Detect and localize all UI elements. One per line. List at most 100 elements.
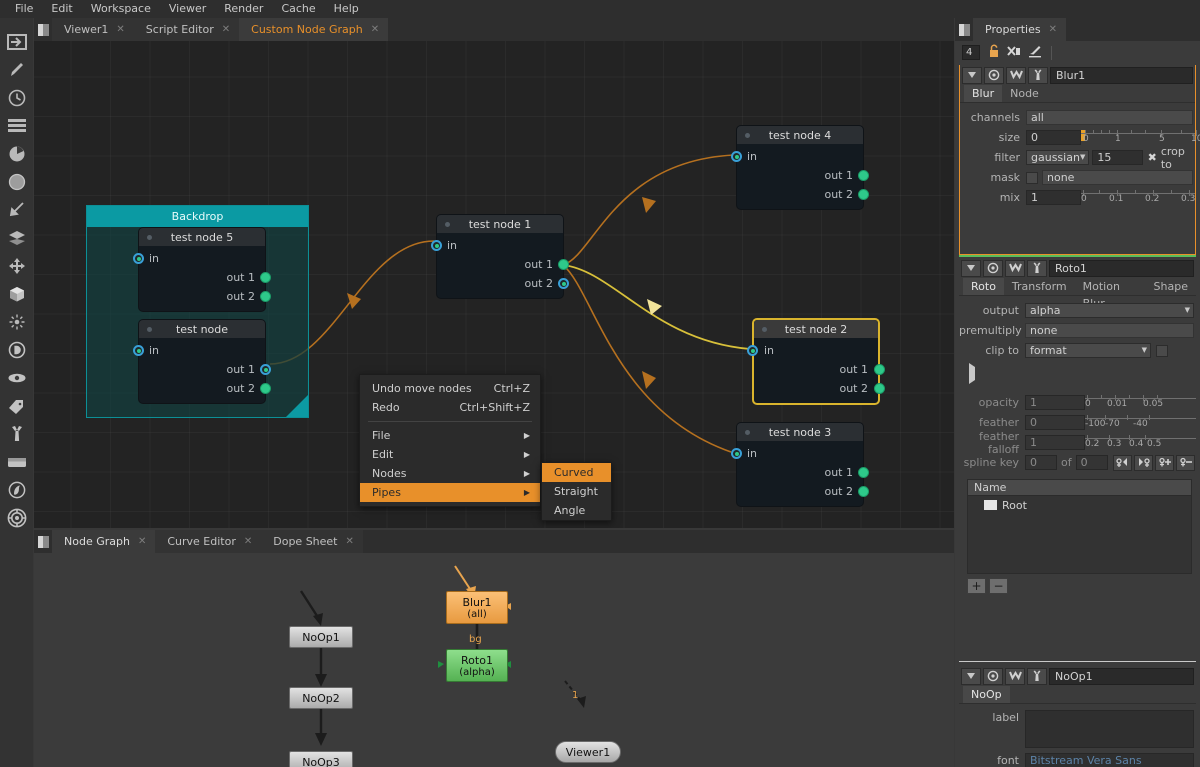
node-port-out1[interactable]: out 1 xyxy=(737,463,869,482)
spline-key-field[interactable]: 0 xyxy=(1025,455,1057,470)
output-port[interactable] xyxy=(874,383,885,394)
mask-icon[interactable] xyxy=(1005,667,1025,685)
feather-falloff-slider[interactable]: 0.2 0.3 0.4 0.5 xyxy=(1085,435,1196,450)
node-port-out2[interactable]: out 2 xyxy=(754,379,885,398)
tab-properties[interactable]: Properties xyxy=(973,18,1066,41)
particles-icon[interactable] xyxy=(3,308,31,336)
node-test-node-2[interactable]: test node 2 in out 1 out 2 xyxy=(747,318,885,405)
node-port-out2[interactable]: out 2 xyxy=(737,185,869,204)
dag-node-blur1[interactable]: Blur1 (all) xyxy=(446,591,508,624)
wrench-icon[interactable] xyxy=(1027,259,1047,277)
arrow-corner-icon[interactable] xyxy=(3,196,31,224)
crop-to-checkbox-icon[interactable]: ✖ xyxy=(1148,151,1157,164)
custom-node-graph-canvas[interactable]: Backdrop test node 5 in out 1 out 2 test… xyxy=(34,41,954,528)
mask-field[interactable]: none xyxy=(1042,170,1193,185)
node-port-out1[interactable]: out 1 xyxy=(754,360,885,379)
node-header[interactable]: test node 5 xyxy=(139,228,265,246)
node-port-out2[interactable]: out 2 xyxy=(139,379,271,398)
stack-icon[interactable] xyxy=(3,224,31,252)
power-icon[interactable] xyxy=(983,259,1003,277)
cube-icon[interactable] xyxy=(3,280,31,308)
node-header[interactable]: test node 1 xyxy=(437,215,563,233)
output-port[interactable] xyxy=(260,272,271,283)
prev-key-icon[interactable] xyxy=(1112,454,1132,471)
tag-icon[interactable] xyxy=(3,392,31,420)
tab-curve-editor[interactable]: Curve Editor xyxy=(155,530,262,553)
output-port[interactable] xyxy=(260,291,271,302)
blur-node-name[interactable]: Blur1 xyxy=(1050,66,1193,84)
close-icon[interactable] xyxy=(346,530,354,553)
tab-dope-sheet[interactable]: Dope Sheet xyxy=(261,530,363,553)
collapse-arrow-icon[interactable] xyxy=(962,66,982,84)
node-header[interactable]: test node xyxy=(139,320,265,338)
gauge-icon[interactable] xyxy=(3,476,31,504)
input-port[interactable] xyxy=(431,240,442,251)
channels-field[interactable]: all xyxy=(1026,110,1193,125)
feather-slider[interactable]: -100 -70 -40 xyxy=(1085,415,1196,430)
output-port-connected[interactable] xyxy=(260,364,271,375)
submenu-item-angle[interactable]: Angle xyxy=(542,501,611,520)
dag-node-viewer1[interactable]: Viewer1 xyxy=(555,741,621,763)
edit-icon[interactable] xyxy=(1028,44,1042,61)
node-port-out1[interactable]: out 1 xyxy=(139,360,271,379)
node-port-out1[interactable]: out 1 xyxy=(737,166,869,185)
output-combo[interactable]: alpha ▼ xyxy=(1025,303,1194,318)
output-port[interactable] xyxy=(858,467,869,478)
input-port[interactable] xyxy=(747,345,758,356)
target-icon[interactable] xyxy=(3,504,31,532)
premultiply-field[interactable]: none xyxy=(1025,323,1194,338)
close-icon[interactable] xyxy=(222,18,230,41)
menu-item-redo[interactable]: Redo Ctrl+Shift+Z xyxy=(360,398,540,417)
output-port[interactable] xyxy=(558,259,569,270)
panel-toggle-icon[interactable] xyxy=(3,28,31,56)
next-key-icon[interactable] xyxy=(1133,454,1153,471)
ptab-noop[interactable]: NoOp xyxy=(963,686,1010,703)
clear-all-icon[interactable] xyxy=(1007,45,1021,61)
node-port-in[interactable]: in xyxy=(731,147,863,166)
node-port-in[interactable]: in xyxy=(431,236,563,255)
size-slider[interactable]: 0 1 5 10 xyxy=(1081,130,1200,145)
add-key-icon[interactable] xyxy=(1154,454,1174,471)
roto-node-name[interactable]: Roto1 xyxy=(1049,259,1194,277)
mask-icon[interactable] xyxy=(1005,259,1025,277)
close-icon[interactable] xyxy=(371,18,379,41)
expand-arrow-icon[interactable] xyxy=(969,363,1196,384)
node-header[interactable]: test node 4 xyxy=(737,126,863,144)
node-port-out1[interactable]: out 1 xyxy=(139,268,271,287)
menu-item-edit[interactable]: Edit ▶ xyxy=(360,445,540,464)
filter-size-field[interactable]: 15 xyxy=(1092,150,1143,165)
dag-node-noop3[interactable]: NoOp3 xyxy=(289,751,353,767)
close-icon[interactable] xyxy=(116,18,124,41)
menu-file[interactable]: File xyxy=(6,0,42,18)
ptab-transform[interactable]: Transform xyxy=(1003,278,1075,295)
node-graph-canvas[interactable]: NoOp1 NoOp2 NoOp3 Blur1 (all) bg Roto1 (… xyxy=(34,554,954,767)
node-test-node-5[interactable]: test node 5 in out 1 out 2 xyxy=(133,227,271,312)
node-port-out2[interactable]: out 2 xyxy=(437,274,569,293)
node-port-out2[interactable]: out 2 xyxy=(737,482,869,501)
input-port[interactable] xyxy=(133,345,144,356)
mix-slider[interactable]: 0 0.1 0.2 0.3 xyxy=(1081,190,1195,205)
menu-viewer[interactable]: Viewer xyxy=(160,0,215,18)
close-icon[interactable] xyxy=(138,530,146,553)
submenu-item-curved[interactable]: Curved xyxy=(542,463,611,482)
dag-node-noop2[interactable]: NoOp2 xyxy=(289,687,353,709)
tab-script-editor[interactable]: Script Editor xyxy=(133,18,240,41)
panel-grip-icon[interactable] xyxy=(34,18,52,41)
node-test-node[interactable]: test node in out 1 out 2 xyxy=(133,319,271,404)
noop-node-name[interactable]: NoOp1 xyxy=(1049,667,1194,685)
pen-icon[interactable] xyxy=(3,56,31,84)
ptab-roto[interactable]: Roto xyxy=(963,278,1004,295)
node-header[interactable]: test node 2 xyxy=(754,320,878,338)
size-field[interactable]: 0 xyxy=(1026,130,1081,145)
backdrop-resize-handle[interactable] xyxy=(286,395,308,417)
node-port-in[interactable]: in xyxy=(133,341,265,360)
layers-list-icon[interactable] xyxy=(3,112,31,140)
pipes-submenu[interactable]: Curved Straight Angle xyxy=(541,462,612,521)
submenu-item-straight[interactable]: Straight xyxy=(542,482,611,501)
mask-checkbox[interactable] xyxy=(1026,171,1038,184)
move-icon[interactable] xyxy=(3,252,31,280)
input-port[interactable] xyxy=(731,151,742,162)
output-port[interactable] xyxy=(260,383,271,394)
circle-icon[interactable] xyxy=(3,168,31,196)
ptab-motion-blur[interactable]: Motion Blur xyxy=(1074,278,1146,310)
